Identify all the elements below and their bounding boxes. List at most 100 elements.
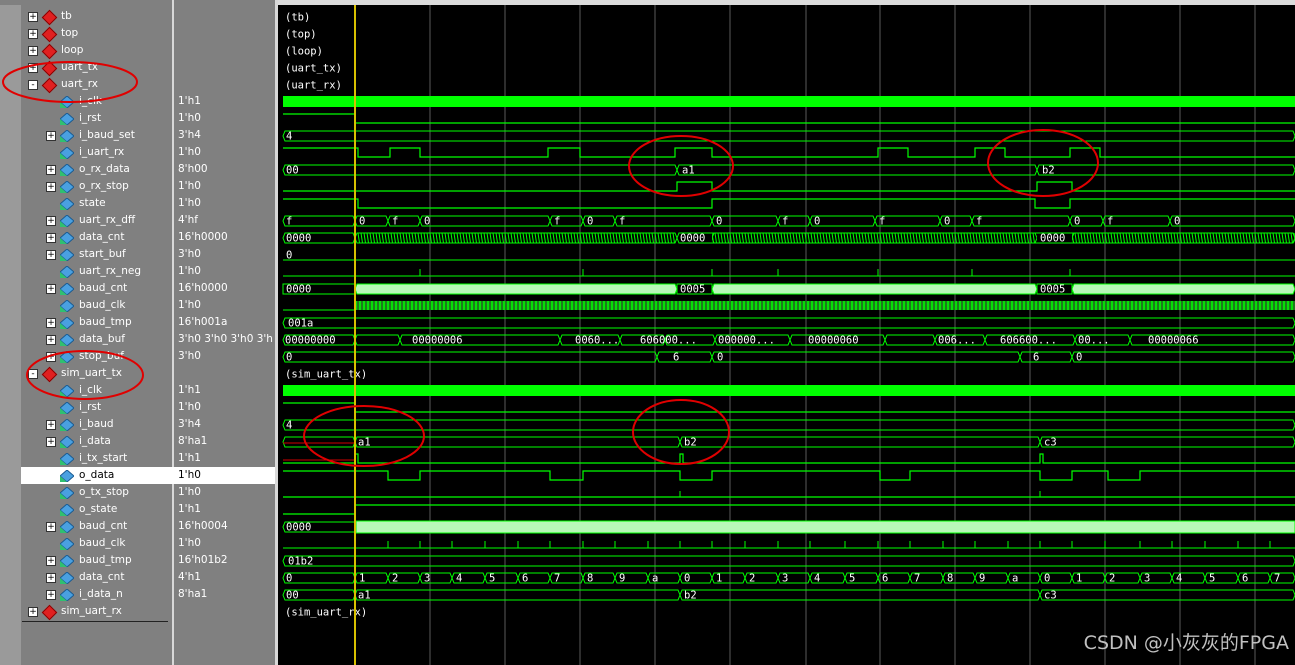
- signal-name[interactable]: i_rst: [79, 399, 101, 416]
- signal-name[interactable]: data_cnt: [79, 229, 124, 246]
- expand-icon[interactable]: +: [46, 335, 56, 345]
- signal-name[interactable]: baud_clk: [79, 297, 125, 314]
- signal-icon: [60, 96, 74, 108]
- wave-label: f: [286, 216, 292, 228]
- wave-label: 9: [619, 573, 625, 585]
- expand-icon[interactable]: +: [46, 233, 56, 243]
- signal-name[interactable]: i_uart_rx: [79, 144, 124, 161]
- signal-name[interactable]: baud_cnt: [79, 280, 127, 297]
- signal-name[interactable]: loop: [61, 42, 83, 59]
- signal-icon: [60, 402, 74, 414]
- wave-label: 1: [359, 573, 365, 585]
- signal-name[interactable]: data_cnt: [79, 569, 124, 586]
- signal-name[interactable]: tb: [61, 8, 72, 25]
- wave-label: 001a: [288, 318, 313, 330]
- signal-name[interactable]: o_tx_stop: [79, 484, 129, 501]
- signal-value: 16'h0000: [178, 282, 228, 294]
- signal-name[interactable]: i_tx_start: [79, 450, 127, 467]
- signal-name[interactable]: baud_cnt: [79, 518, 127, 535]
- signal-name[interactable]: i_rst: [79, 110, 101, 127]
- signal-icon: [60, 215, 74, 227]
- signal-name[interactable]: sim_uart_tx: [61, 365, 122, 382]
- wave-label: (uart_tx): [285, 63, 342, 75]
- signal-name[interactable]: o_rx_data: [79, 161, 130, 178]
- wave-label: 0: [1174, 216, 1180, 228]
- signal-icon: [60, 300, 74, 312]
- signal-name[interactable]: top: [61, 25, 78, 42]
- wave-label: 4: [1176, 573, 1182, 585]
- wave-label: f: [976, 216, 982, 228]
- collapse-icon[interactable]: -: [28, 80, 38, 90]
- collapse-icon[interactable]: -: [28, 369, 38, 379]
- signal-icon: [60, 181, 74, 193]
- expand-icon[interactable]: +: [46, 284, 56, 294]
- signal-name[interactable]: uart_tx: [61, 59, 98, 76]
- signal-icon: [60, 436, 74, 448]
- wave-label: 0: [286, 573, 292, 585]
- baud-clock-band: [356, 301, 1295, 310]
- signal-name[interactable]: i_data: [79, 433, 111, 450]
- wave-label: 00...: [1078, 335, 1110, 347]
- wave-label: 5: [1209, 573, 1215, 585]
- wave-label: f: [554, 216, 560, 228]
- expand-icon[interactable]: +: [46, 573, 56, 583]
- wave-label: a: [1012, 573, 1018, 585]
- signal-value: [178, 8, 273, 25]
- waveform-canvas[interactable]: (tb)(top)(loop)(uart_tx)(uart_rx)(sim_ua…: [278, 5, 1295, 665]
- expand-icon[interactable]: +: [46, 131, 56, 141]
- expand-icon[interactable]: +: [28, 29, 38, 39]
- signal-name[interactable]: i_data_n: [79, 586, 123, 603]
- expand-icon[interactable]: +: [46, 165, 56, 175]
- signal-name[interactable]: uart_rx_neg: [79, 263, 141, 280]
- expand-icon[interactable]: +: [46, 420, 56, 430]
- expand-icon[interactable]: +: [46, 182, 56, 192]
- expand-icon[interactable]: +: [46, 250, 56, 260]
- expand-icon[interactable]: +: [28, 12, 38, 22]
- signal-name[interactable]: o_data: [79, 467, 114, 484]
- signal-name[interactable]: o_state: [79, 501, 117, 518]
- signal-name[interactable]: start_buf: [79, 246, 126, 263]
- signal-name[interactable]: uart_rx: [61, 76, 98, 93]
- signal-name[interactable]: sim_uart_rx: [61, 603, 122, 620]
- expand-icon[interactable]: +: [46, 590, 56, 600]
- wave-label: 0: [944, 216, 950, 228]
- wave-label: 5: [489, 573, 495, 585]
- wave-label: 6: [522, 573, 528, 585]
- wave-label: 0: [359, 216, 365, 228]
- expand-icon[interactable]: +: [46, 216, 56, 226]
- expand-icon[interactable]: +: [28, 63, 38, 73]
- signal-icon: [60, 521, 74, 533]
- expand-icon[interactable]: +: [28, 607, 38, 617]
- expand-icon[interactable]: +: [46, 522, 56, 532]
- wave-label: 0000: [286, 284, 311, 296]
- expand-icon[interactable]: +: [46, 352, 56, 362]
- expand-icon[interactable]: +: [46, 318, 56, 328]
- wave-label: 0: [286, 250, 292, 262]
- signal-name[interactable]: uart_rx_dff: [79, 212, 135, 229]
- signal-icon: [60, 385, 74, 397]
- signal-icon: [60, 419, 74, 431]
- wave-label: c3: [1044, 590, 1057, 602]
- wave-label: 4: [814, 573, 820, 585]
- signal-name[interactable]: o_rx_stop: [79, 178, 129, 195]
- signal-name[interactable]: baud_clk: [79, 535, 125, 552]
- signal-name[interactable]: i_baud: [79, 416, 114, 433]
- signal-name[interactable]: baud_tmp: [79, 552, 132, 569]
- signal-name[interactable]: stop_buf: [79, 348, 124, 365]
- wave-label: 0: [717, 352, 723, 364]
- signal-name[interactable]: baud_tmp: [79, 314, 132, 331]
- signal-icon: [60, 351, 74, 363]
- signal-name[interactable]: i_baud_set: [79, 127, 135, 144]
- signal-value: [178, 25, 273, 42]
- wave-label: 2: [1109, 573, 1115, 585]
- signal-value: 8'ha1: [178, 435, 208, 447]
- clock-band: [283, 385, 1295, 396]
- signal-name[interactable]: data_buf: [79, 331, 125, 348]
- expand-icon[interactable]: +: [28, 46, 38, 56]
- expand-icon[interactable]: +: [46, 556, 56, 566]
- wave-label: a: [652, 573, 658, 585]
- signal-name[interactable]: i_clk: [79, 382, 102, 399]
- signal-name[interactable]: i_clk: [79, 93, 102, 110]
- signal-name[interactable]: state: [79, 195, 106, 212]
- expand-icon[interactable]: +: [46, 437, 56, 447]
